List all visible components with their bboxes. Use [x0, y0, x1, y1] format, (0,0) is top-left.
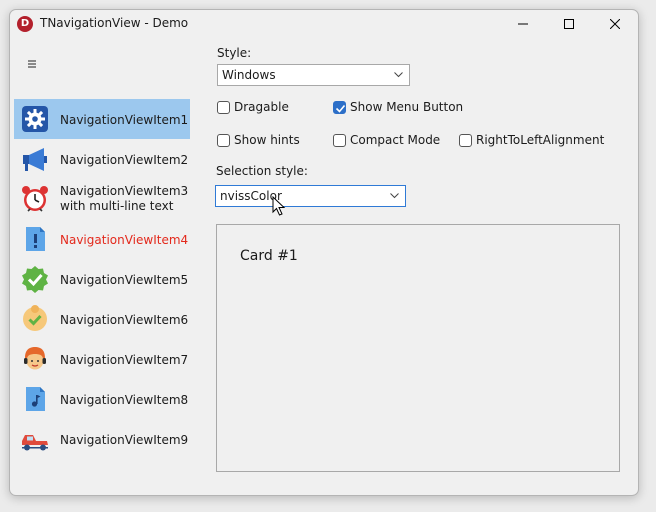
show-menu-button-checkbox[interactable]: Show Menu Button	[333, 100, 473, 116]
dragable-checkbox-box[interactable]	[217, 101, 230, 114]
music-file-icon	[26, 387, 45, 411]
dragable-checkbox[interactable]: Dragable	[217, 100, 307, 116]
checkmark-icon	[335, 104, 346, 113]
nav-item-5[interactable]: NavigationViewItem5	[14, 259, 190, 299]
app-logo-icon: D	[17, 16, 33, 32]
main-window: D TNavigationView - Demo NavigationViewI…	[9, 9, 639, 496]
card-panel: Card #1	[216, 224, 620, 472]
nav-item-label: NavigationViewItem7	[60, 353, 189, 367]
nav-item-2[interactable]: NavigationViewItem2	[14, 139, 190, 179]
rtl-alignment-checkbox-box[interactable]	[459, 134, 472, 147]
show-hints-checkbox-box[interactable]	[217, 134, 230, 147]
nav-item-label: NavigationViewItem2	[60, 153, 189, 167]
close-button[interactable]	[592, 10, 638, 38]
compact-mode-checkbox-box[interactable]	[333, 134, 346, 147]
nav-item-1[interactable]: NavigationViewItem1	[14, 99, 190, 139]
compact-mode-checkbox[interactable]: Compact Mode	[333, 133, 453, 149]
minimize-icon	[518, 23, 528, 25]
face-check-icon	[23, 305, 47, 331]
menu-toggle-button[interactable]	[26, 58, 38, 70]
nav-item-label: NavigationViewItem3 with multi-line text	[60, 184, 188, 214]
maximize-button[interactable]	[546, 10, 592, 38]
megaphone-icon	[23, 148, 47, 171]
rtl-alignment-checkbox[interactable]: RightToLeftAlignment	[459, 133, 609, 149]
nav-item-9[interactable]: NavigationViewItem9	[14, 419, 190, 459]
window-title: TNavigationView - Demo	[40, 16, 189, 30]
maximize-icon	[564, 19, 574, 29]
nav-item-label: NavigationViewItem5	[60, 273, 189, 287]
nav-item-label: NavigationViewItem1	[60, 113, 189, 127]
support-agent-icon	[24, 347, 46, 370]
compact-mode-checkbox-label: Compact Mode	[350, 133, 441, 147]
show-hints-checkbox-label: Show hints	[234, 133, 300, 147]
hamburger-icon	[28, 60, 36, 68]
document-alert-icon	[26, 227, 45, 251]
show-hints-checkbox[interactable]: Show hints	[217, 133, 317, 149]
selection-style-combobox[interactable]: nvissColor	[215, 185, 406, 207]
mouse-cursor-icon	[272, 196, 286, 216]
nav-item-label: NavigationViewItem4	[60, 233, 189, 247]
nav-item-3[interactable]: NavigationViewItem3 with multi-line text	[14, 179, 190, 219]
nav-item-7[interactable]: NavigationViewItem7	[14, 339, 190, 379]
nav-item-label: NavigationViewItem6	[60, 313, 189, 327]
rtl-alignment-checkbox-label: RightToLeftAlignment	[476, 133, 605, 147]
gear-icon	[22, 106, 48, 132]
minimize-button[interactable]	[500, 10, 546, 38]
style-combobox-value: Windows	[222, 68, 276, 82]
dragable-checkbox-label: Dragable	[234, 100, 289, 114]
selection-style-label: Selection style:	[216, 164, 308, 178]
check-badge-icon	[22, 266, 48, 293]
style-combobox[interactable]: Windows	[217, 64, 410, 86]
nav-item-label: NavigationViewItem9	[60, 433, 189, 447]
close-icon	[610, 19, 620, 29]
title-bar[interactable]: D TNavigationView - Demo	[10, 10, 638, 38]
style-label: Style:	[217, 46, 252, 60]
chevron-down-icon	[394, 72, 403, 78]
nav-item-6[interactable]: NavigationViewItem6	[14, 299, 190, 339]
nav-item-label: NavigationViewItem8	[60, 393, 189, 407]
car-icon	[22, 435, 48, 451]
show-menu-button-checkbox-box[interactable]	[333, 101, 346, 114]
nav-item-8[interactable]: NavigationViewItem8	[14, 379, 190, 419]
alarm-clock-icon	[22, 186, 48, 212]
card-title: Card #1	[240, 248, 298, 264]
navigation-view: NavigationViewItem1 NavigationViewItem2	[14, 99, 190, 459]
nav-item-4[interactable]: NavigationViewItem4	[14, 219, 190, 259]
nav-item-label-line1: NavigationViewItem3	[60, 184, 189, 198]
nav-item-label-line2: with multi-line text	[60, 199, 174, 213]
chevron-down-icon	[390, 193, 399, 199]
show-menu-button-checkbox-label: Show Menu Button	[350, 100, 464, 114]
